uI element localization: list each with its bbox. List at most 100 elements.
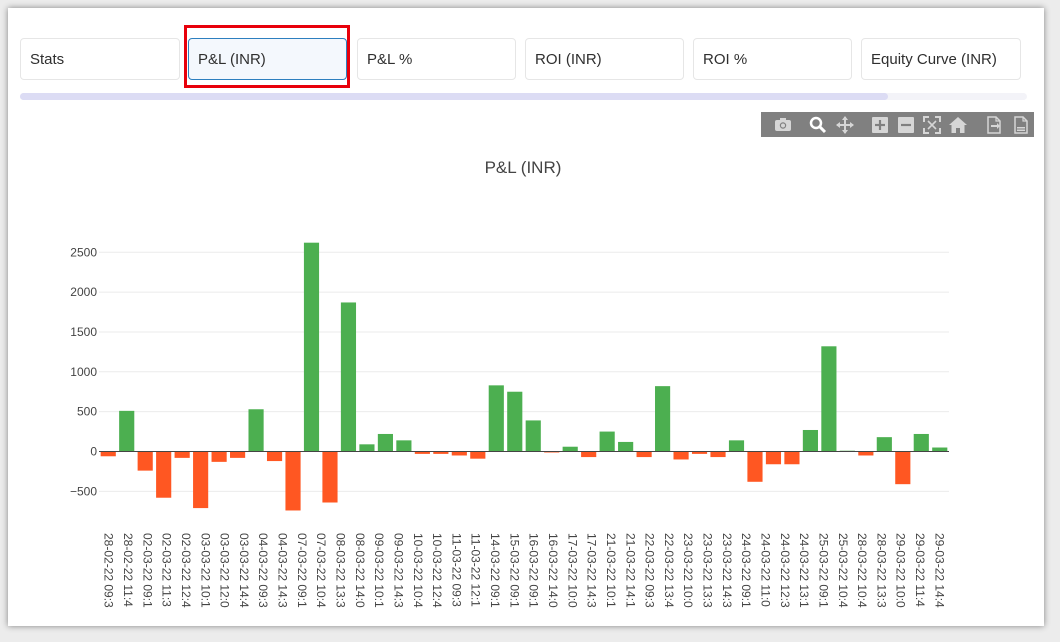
tab-stats[interactable]: Stats <box>20 38 180 80</box>
x-tick-label: 24-03-22 12:3 <box>778 533 792 608</box>
x-tick-label: 03-03-22 10:1 <box>198 533 212 608</box>
x-tick-label: 08-03-22 14:0 <box>353 533 367 608</box>
y-tick-label: 1000 <box>70 365 97 379</box>
y-tick-label: −500 <box>70 484 97 498</box>
bar[interactable] <box>266 451 283 462</box>
bar[interactable] <box>747 451 763 482</box>
x-tick-label: 10-03-22 10:4 <box>411 533 425 608</box>
tab-scrollbar-thumb[interactable] <box>20 93 888 100</box>
bar[interactable] <box>211 451 227 462</box>
home-icon[interactable] <box>949 116 967 133</box>
bar[interactable] <box>137 451 153 471</box>
bar[interactable] <box>913 433 929 452</box>
x-tick-label: 21-03-22 14:1 <box>623 533 637 608</box>
bar[interactable] <box>562 446 578 452</box>
x-tick-label: 02-03-22 09:1 <box>140 533 154 608</box>
autoscale-icon[interactable] <box>923 115 941 134</box>
bar[interactable] <box>525 420 541 452</box>
x-tick-label: 21-03-22 10:1 <box>604 533 618 608</box>
bar[interactable] <box>303 242 320 452</box>
y-tick-label: 0 <box>90 445 97 459</box>
x-tick-label: 23-03-22 14:3 <box>720 533 734 608</box>
tab-scrollbar[interactable] <box>20 93 1027 100</box>
bar[interactable] <box>636 451 652 458</box>
x-tick-label: 24-03-22 11:0 <box>758 533 772 607</box>
x-tick-label: 24-03-22 09:1 <box>739 533 753 608</box>
x-tick-label: 16-03-22 14:0 <box>546 533 560 608</box>
bar[interactable] <box>230 451 246 458</box>
bar[interactable] <box>396 440 412 452</box>
bar[interactable] <box>784 451 800 465</box>
tab-roi-percent[interactable]: ROI % <box>693 38 852 80</box>
bar[interactable] <box>470 451 486 459</box>
tab-bar: Stats P&L (INR) P&L % ROI (INR) ROI % Eq… <box>20 38 1024 82</box>
y-tick-label: 500 <box>77 405 97 419</box>
bar[interactable] <box>673 451 689 460</box>
bar[interactable] <box>248 409 264 452</box>
bar[interactable] <box>119 410 135 452</box>
bar[interactable] <box>359 444 375 452</box>
bar[interactable] <box>340 302 357 452</box>
bar[interactable] <box>618 441 634 452</box>
bar[interactable] <box>193 451 209 509</box>
bar[interactable] <box>858 451 874 456</box>
download-csv-icon[interactable] <box>985 115 1003 134</box>
bar[interactable] <box>599 431 615 452</box>
bars <box>100 242 948 511</box>
bar[interactable] <box>174 451 190 458</box>
x-axis-ticks: 28-02-22 09:3 28-02-22 11:4 02-03-22 09:1 0… <box>102 533 947 608</box>
bar[interactable] <box>895 451 911 485</box>
x-tick-label: 10-03-22 12:4 <box>430 533 444 608</box>
x-tick-label: 22-03-22 09:3 <box>643 533 657 608</box>
tab-equity-curve[interactable]: Equity Curve (INR) <box>861 38 1021 80</box>
y-tick-label: 2500 <box>70 245 97 259</box>
chart-modebar <box>761 112 1034 137</box>
tab-pnl-percent[interactable]: P&L % <box>357 38 516 80</box>
x-tick-label: 11-03-22 12:1 <box>469 533 483 607</box>
x-tick-label: 03-03-22 12:0 <box>218 533 232 608</box>
bar[interactable] <box>451 451 467 456</box>
bar[interactable] <box>322 451 338 503</box>
bar[interactable] <box>156 451 172 498</box>
x-tick-label: 28-03-22 13:3 <box>874 533 888 608</box>
bar[interactable] <box>802 429 818 452</box>
pan-icon[interactable] <box>836 115 854 134</box>
x-tick-label: 28-03-22 10:4 <box>855 533 869 608</box>
x-tick-label: 02-03-22 12:4 <box>179 533 193 608</box>
x-tick-label: 09-03-22 14:3 <box>391 533 405 608</box>
download-file-icon[interactable] <box>1012 115 1030 134</box>
camera-icon[interactable] <box>774 116 792 133</box>
tab-pnl-inr[interactable]: P&L (INR) <box>188 38 347 80</box>
zoom-out-icon[interactable] <box>897 116 915 133</box>
chart-title: P&L (INR) <box>485 158 562 177</box>
x-tick-label: 02-03-22 11:3 <box>160 533 174 607</box>
x-tick-label: 08-03-22 13:3 <box>333 533 347 608</box>
x-tick-label: 07-03-22 09:1 <box>295 533 309 608</box>
x-tick-label: 04-03-22 14:3 <box>276 533 290 608</box>
zoom-in-icon[interactable] <box>871 116 889 133</box>
bar[interactable] <box>285 451 301 511</box>
bar[interactable] <box>507 391 523 452</box>
bar[interactable] <box>581 451 597 458</box>
x-tick-label: 25-03-22 09:1 <box>816 533 830 608</box>
bar[interactable] <box>876 437 892 452</box>
bar[interactable] <box>377 433 393 452</box>
tab-roi-inr[interactable]: ROI (INR) <box>525 38 684 80</box>
bar[interactable] <box>765 451 782 465</box>
x-tick-label: 09-03-22 10:1 <box>372 533 386 608</box>
bar[interactable] <box>100 451 116 457</box>
zoom-icon[interactable] <box>809 116 827 133</box>
bar[interactable] <box>710 451 726 458</box>
x-tick-label: 03-03-22 14:4 <box>237 533 251 608</box>
pnl-chart: P&L (INR) 2500 2000 1500 1000 500 0 −500 28-02… <box>70 158 949 608</box>
bar[interactable] <box>488 385 504 452</box>
bar[interactable] <box>655 386 671 452</box>
bar[interactable] <box>821 346 837 452</box>
x-tick-label: 24-03-22 13:1 <box>797 533 811 608</box>
bar[interactable] <box>728 440 745 452</box>
x-tick-label: 28-02-22 11:4 <box>121 533 135 607</box>
bar[interactable] <box>932 447 948 452</box>
x-tick-label: 17-03-22 10:0 <box>565 533 579 608</box>
x-tick-label: 23-03-22 13:3 <box>701 533 715 608</box>
y-tick-label: 1500 <box>70 325 97 339</box>
